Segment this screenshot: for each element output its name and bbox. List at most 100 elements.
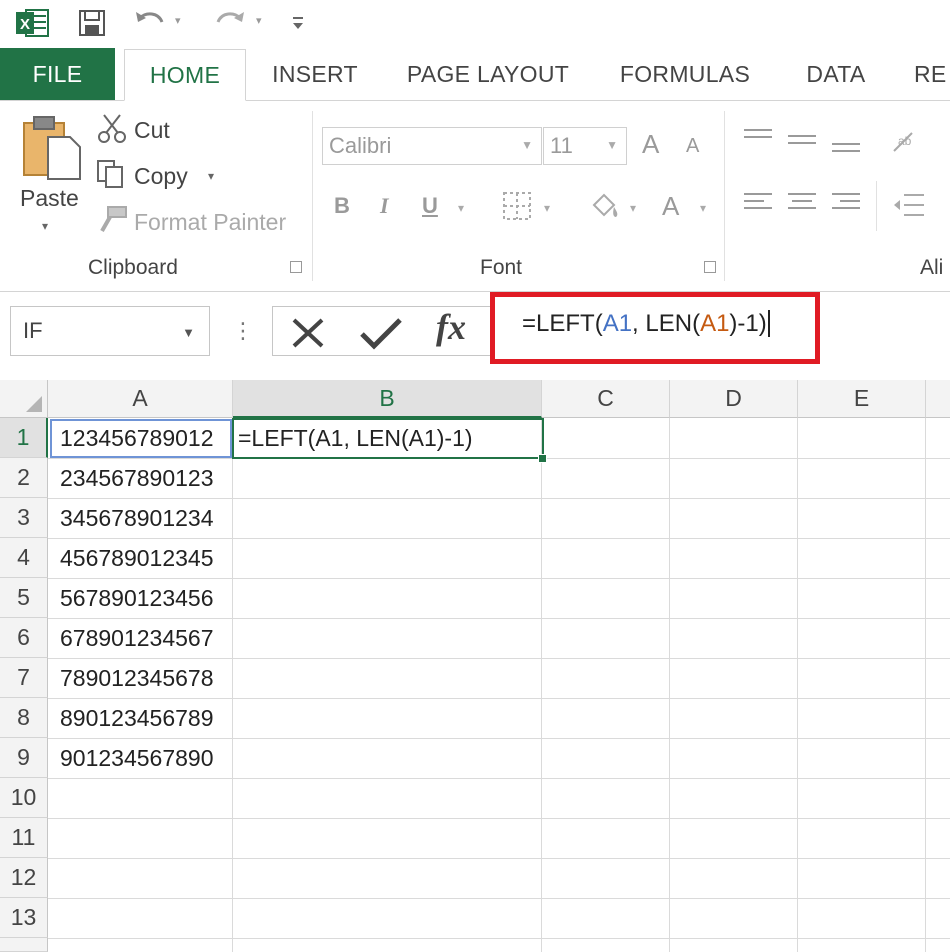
row-header[interactable]: 13	[0, 898, 48, 938]
row-header[interactable]: 6	[0, 618, 48, 658]
row-header[interactable]: 3	[0, 498, 48, 538]
font-color-button[interactable]: A	[662, 191, 679, 222]
column-header-d[interactable]: D	[670, 380, 798, 418]
clipboard-launcher-icon[interactable]	[290, 261, 302, 273]
grid-line	[48, 818, 950, 819]
cell-a3[interactable]: 345678901234	[60, 498, 214, 538]
undo-icon[interactable]	[134, 8, 166, 36]
tab-data[interactable]: DATA	[792, 48, 880, 100]
tab-home[interactable]: HOME	[124, 49, 246, 101]
font-name-combo[interactable]: Calibri ▼	[322, 127, 542, 165]
decrease-indent-icon[interactable]	[892, 191, 926, 219]
customize-qat-icon[interactable]	[290, 14, 306, 32]
row-header[interactable]: 1	[0, 418, 48, 458]
redo-dropdown-icon[interactable]: ▾	[256, 14, 262, 27]
cell-a9[interactable]: 901234567890	[60, 738, 214, 778]
name-box-value: IF	[23, 318, 43, 343]
row-header[interactable]: 4	[0, 538, 48, 578]
ribbon: Paste ▾ Cut Copy ▾ Format Painter Clipbo…	[0, 101, 950, 292]
bold-button[interactable]: B	[334, 193, 350, 219]
row-header[interactable]: 10	[0, 778, 48, 818]
tab-insert[interactable]: INSERT	[262, 48, 368, 100]
align-right-icon[interactable]	[832, 193, 860, 215]
fill-color-icon[interactable]	[588, 189, 622, 221]
grid-line	[48, 898, 950, 899]
row-header[interactable]: 11	[0, 818, 48, 858]
column-header-c[interactable]: C	[542, 380, 670, 418]
cell-a5[interactable]: 567890123456	[60, 578, 214, 618]
grid-line	[48, 858, 950, 859]
cancel-icon[interactable]	[290, 318, 326, 348]
row-header[interactable]: 8	[0, 698, 48, 738]
align-center-icon[interactable]	[788, 193, 816, 215]
referenced-cell-outline	[50, 419, 232, 458]
row-header[interactable]: 12	[0, 858, 48, 898]
active-cell-outline	[232, 418, 544, 459]
copy-dropdown-icon[interactable]: ▾	[208, 169, 214, 183]
copy-button[interactable]: Copy	[134, 163, 188, 190]
paste-label: Paste	[20, 185, 79, 211]
enter-check-icon[interactable]	[360, 318, 402, 350]
spreadsheet-grid: A B C D E 1 2 3 4 5 6 7 8 9 10 11 12 13 …	[0, 380, 950, 952]
grow-font-button[interactable]: A	[642, 129, 659, 160]
font-color-dropdown-icon[interactable]: ▾	[700, 201, 706, 215]
cut-button[interactable]: Cut	[134, 117, 170, 144]
tab-page-layout[interactable]: PAGE LAYOUT	[398, 48, 578, 100]
paste-icon	[23, 116, 81, 180]
group-separator	[724, 111, 725, 281]
row-header[interactable]	[0, 938, 48, 952]
cell-a6[interactable]: 678901234567	[60, 618, 214, 658]
cell-a4[interactable]: 456789012345	[60, 538, 214, 578]
column-header-e[interactable]: E	[798, 380, 926, 418]
column-header-b[interactable]: B	[233, 380, 542, 418]
font-size-value: 11	[550, 133, 573, 158]
paste-button[interactable]: Paste ▾	[10, 109, 90, 249]
select-all-corner[interactable]	[0, 380, 48, 418]
underline-dropdown-icon[interactable]: ▾	[458, 201, 464, 215]
more-options-icon[interactable]: ⋮	[232, 318, 254, 344]
excel-logo-icon: X	[16, 9, 49, 37]
group-separator	[312, 111, 313, 281]
format-painter-button[interactable]: Format Painter	[134, 209, 286, 236]
row-header[interactable]: 7	[0, 658, 48, 698]
orientation-icon[interactable]: ab	[890, 127, 924, 157]
tab-formulas[interactable]: FORMULAS	[610, 48, 760, 100]
chevron-down-icon: ▼	[606, 138, 618, 152]
insert-function-icon[interactable]: fx	[436, 306, 466, 348]
tab-file[interactable]: FILE	[0, 48, 115, 100]
font-group-label: Font	[480, 256, 523, 279]
row-header[interactable]: 9	[0, 738, 48, 778]
column-header-f[interactable]	[926, 380, 950, 418]
font-launcher-icon[interactable]	[704, 261, 716, 273]
cell-a7[interactable]: 789012345678	[60, 658, 214, 698]
group-separator	[876, 181, 877, 231]
save-icon[interactable]	[78, 9, 106, 37]
cell-a2[interactable]: 234567890123	[60, 458, 214, 498]
redo-icon[interactable]	[214, 8, 246, 36]
middle-align-icon[interactable]	[788, 135, 816, 157]
formula-bar: IF ▼ ⋮ fx =LEFT(A1, LEN(A1)-1)	[0, 292, 950, 370]
bottom-align-icon[interactable]	[832, 143, 860, 165]
fill-color-dropdown-icon[interactable]: ▾	[630, 201, 636, 215]
font-size-combo[interactable]: 11 ▼	[543, 127, 627, 165]
highlight-box	[490, 292, 820, 364]
row-header[interactable]: 2	[0, 458, 48, 498]
svg-text:X: X	[20, 16, 30, 33]
grid-line	[48, 938, 950, 939]
row-header[interactable]: 5	[0, 578, 48, 618]
format-painter-icon	[100, 206, 127, 232]
borders-dropdown-icon[interactable]: ▾	[544, 201, 550, 215]
undo-dropdown-icon[interactable]: ▾	[175, 14, 181, 27]
align-left-icon[interactable]	[744, 193, 772, 215]
fill-handle[interactable]	[538, 454, 547, 463]
cell-a8[interactable]: 890123456789	[60, 698, 214, 738]
top-align-icon[interactable]	[744, 129, 772, 151]
tab-review[interactable]: RE	[914, 48, 950, 100]
column-header-a[interactable]: A	[48, 380, 233, 418]
copy-icon	[97, 160, 123, 188]
underline-button[interactable]: U	[422, 193, 438, 219]
name-box[interactable]: IF ▼	[10, 306, 210, 356]
borders-icon[interactable]	[502, 191, 532, 221]
italic-button[interactable]: I	[380, 193, 389, 219]
shrink-font-button[interactable]: A	[686, 135, 699, 158]
